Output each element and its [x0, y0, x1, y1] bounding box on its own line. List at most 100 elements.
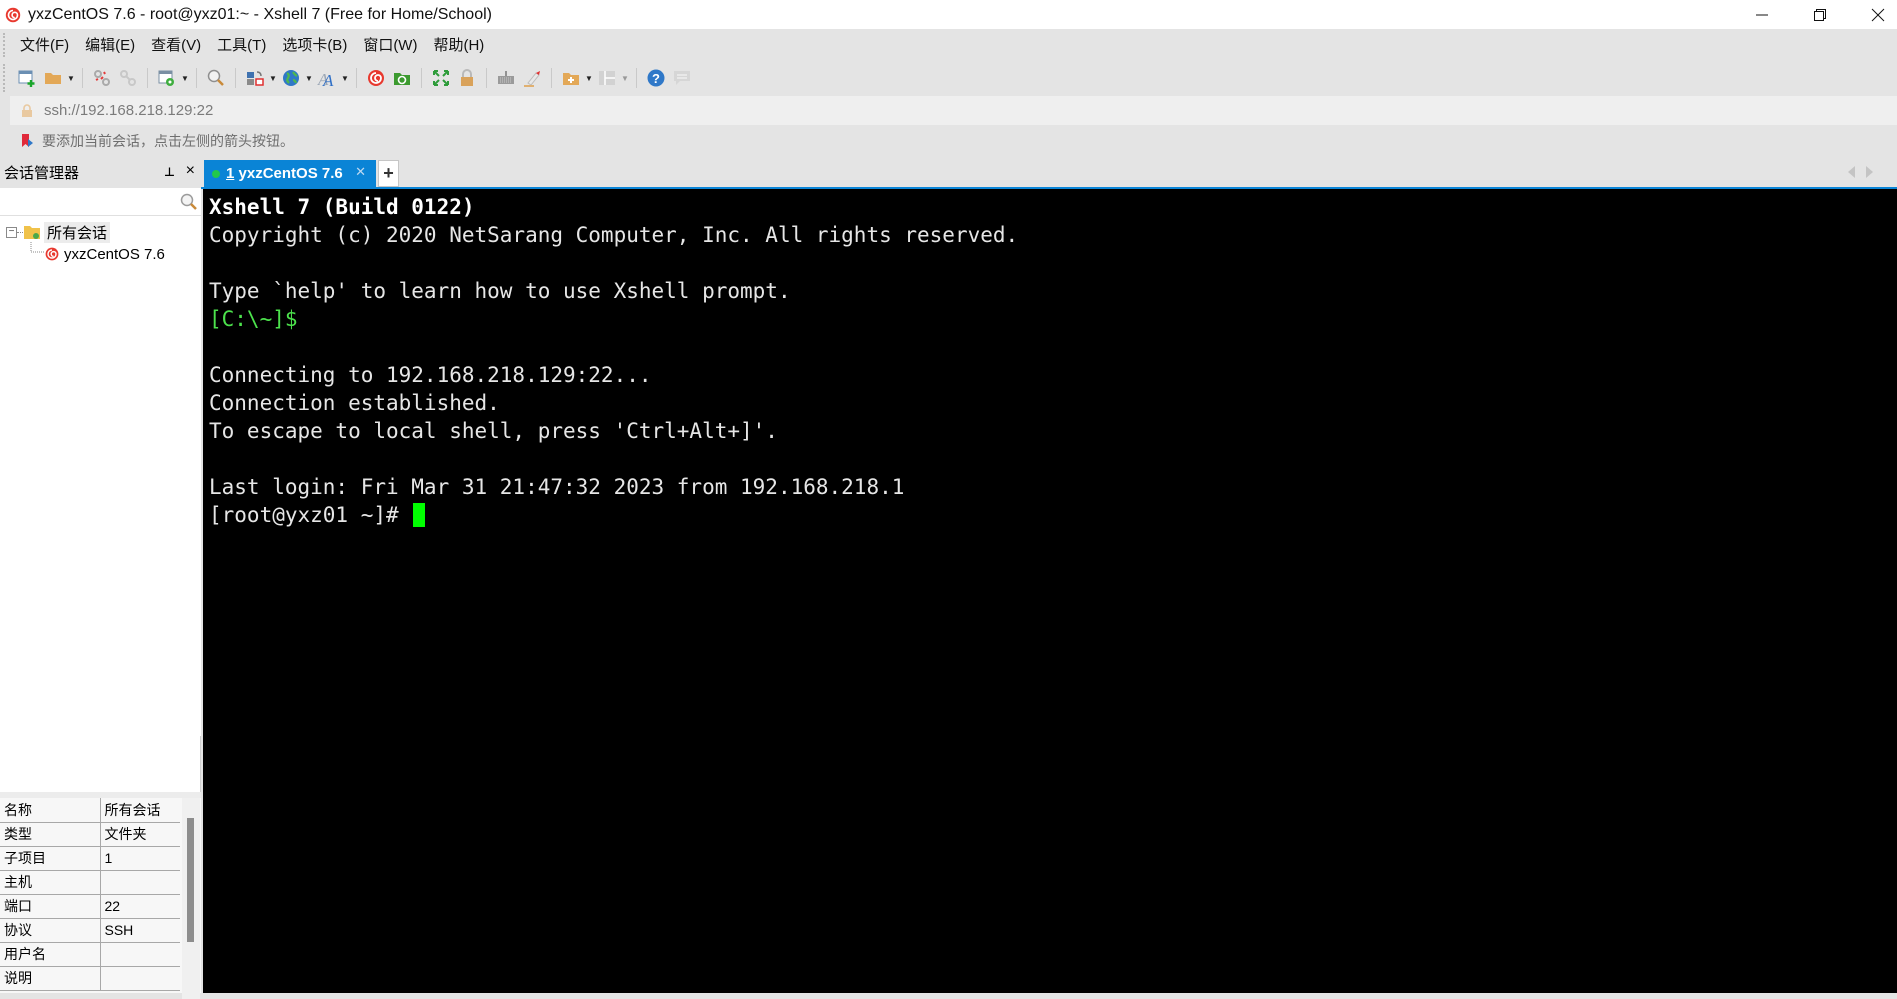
keyboard-button[interactable] — [493, 65, 519, 91]
globe-button[interactable] — [278, 65, 304, 91]
shell-prompt: [root@yxz01 ~]# — [209, 503, 412, 527]
chat-button[interactable] — [669, 65, 695, 91]
reconnect-button[interactable] — [115, 65, 141, 91]
search-icon[interactable] — [179, 192, 199, 212]
property-key: 主机 — [0, 870, 101, 895]
menu-view[interactable]: 查看(V) — [151, 34, 201, 55]
session-properties-button[interactable] — [154, 65, 180, 91]
property-key: 协议 — [0, 918, 101, 943]
fullscreen-button[interactable] — [428, 65, 454, 91]
menu-help[interactable]: 帮助(H) — [433, 34, 484, 55]
properties-scrollbar[interactable] — [182, 798, 200, 999]
font-dropdown[interactable]: ▼ — [340, 65, 350, 91]
menu-tools[interactable]: 工具(T) — [217, 34, 266, 55]
terminal-line: Copyright (c) 2020 NetSarang Computer, I… — [209, 223, 1019, 247]
terminal[interactable]: Xshell 7 (Build 0122) Copyright (c) 2020 … — [203, 189, 1897, 993]
open-button[interactable] — [40, 65, 66, 91]
info-hint: 要添加当前会话，点击左侧的箭头按钮。 — [42, 132, 294, 149]
open-dropdown[interactable]: ▼ — [66, 65, 76, 91]
property-value — [100, 942, 180, 967]
add-session-arrow-icon[interactable] — [20, 133, 36, 149]
menu-file[interactable]: 文件(F) — [20, 34, 69, 55]
tree-label: 所有会话 — [44, 221, 111, 243]
toolbar-separator — [486, 68, 487, 88]
tree-item-session[interactable]: yxzCentOS 7.6 — [44, 243, 165, 265]
transfer-dropdown[interactable]: ▼ — [268, 65, 278, 91]
property-row: 说明 — [0, 966, 180, 991]
property-row: 子项目 1 — [0, 846, 180, 871]
property-value — [100, 966, 180, 991]
toolbar-separator — [196, 68, 197, 88]
terminal-line: Last login: Fri Mar 31 21:47:32 2023 fro… — [209, 475, 905, 499]
menu-tabs[interactable]: 选项卡(B) — [282, 34, 347, 55]
highlight-button[interactable] — [519, 65, 545, 91]
close-button[interactable] — [1849, 0, 1897, 29]
pin-icon[interactable]: ⊥ — [164, 165, 175, 179]
font-button[interactable]: AA — [314, 65, 340, 91]
find-icon — [207, 69, 224, 86]
xftp-button[interactable] — [389, 65, 415, 91]
address-bar[interactable]: ssh://192.168.218.129:22 — [10, 96, 1897, 125]
panel-close-icon[interactable]: × — [186, 162, 195, 180]
lock-icon — [461, 69, 473, 86]
property-key: 名称 — [0, 798, 101, 823]
minimize-button[interactable] — [1733, 0, 1791, 29]
tab-close-icon[interactable]: ✕ — [355, 164, 366, 180]
tab-scroll-right-icon[interactable] — [1866, 166, 1873, 178]
new-folder-button[interactable] — [558, 65, 584, 91]
tab-number: 1 — [226, 165, 235, 182]
properties-dropdown[interactable]: ▼ — [180, 65, 190, 91]
toolbar-grip[interactable] — [3, 64, 5, 92]
property-row: 用户名 — [0, 942, 180, 967]
folder-icon — [24, 226, 40, 239]
menu-grip[interactable] — [3, 33, 5, 57]
menu-window[interactable]: 窗口(W) — [363, 34, 417, 55]
toolbar-separator — [636, 68, 637, 88]
layout-dropdown[interactable]: ▼ — [620, 65, 630, 91]
collapse-icon[interactable]: − — [6, 226, 17, 238]
address-value[interactable]: ssh://192.168.218.129:22 — [44, 102, 213, 119]
transfer-button[interactable] — [242, 65, 268, 91]
tree-item-all-sessions[interactable]: − 所有会话 — [6, 221, 111, 243]
layout-icon — [599, 71, 615, 85]
scrollbar-thumb[interactable] — [187, 818, 194, 942]
property-value — [100, 870, 180, 895]
tab-session-1[interactable]: 1 yxzCentOS 7.6 ✕ — [204, 160, 376, 187]
new-session-button[interactable] — [14, 65, 40, 91]
terminal-line: Xshell 7 (Build 0122) — [209, 195, 475, 219]
session-icon — [45, 247, 59, 261]
xftp-icon — [394, 73, 410, 85]
property-value: 22 — [100, 894, 180, 919]
connection-status-icon — [212, 169, 220, 178]
find-button[interactable] — [203, 65, 229, 91]
property-key: 端口 — [0, 894, 101, 919]
new-folder-icon — [563, 73, 579, 85]
menu-edit[interactable]: 编辑(E) — [85, 34, 135, 55]
tab-scroll-left-icon[interactable] — [1848, 166, 1855, 178]
new-folder-dropdown[interactable]: ▼ — [584, 65, 594, 91]
new-tab-button[interactable]: + — [378, 160, 399, 187]
restore-button[interactable] — [1791, 0, 1849, 29]
fullscreen-icon — [433, 70, 449, 86]
lock-icon — [22, 103, 32, 117]
tab-title: yxzCentOS 7.6 — [238, 165, 343, 182]
new-session-icon — [18, 70, 35, 87]
help-button[interactable]: ? — [643, 65, 669, 91]
globe-dropdown[interactable]: ▼ — [304, 65, 314, 91]
property-key: 说明 — [0, 966, 101, 991]
disconnect-icon — [94, 70, 110, 86]
tab-bar: 1 yxzCentOS 7.6 ✕ + — [201, 156, 1897, 187]
menu-bar: 文件(F) 编辑(E) 查看(V) 工具(T) 选项卡(B) 窗口(W) 帮助(… — [0, 29, 1897, 60]
properties-panel: 名称 所有会话 类型 文件夹 子项目 1 主机 端口 22 协议 SSH 用户名 说明 — [0, 792, 201, 999]
property-row: 协议 SSH — [0, 918, 180, 943]
terminal-line: To escape to local shell, press 'Ctrl+Al… — [209, 419, 778, 443]
xshell-button[interactable] — [363, 65, 389, 91]
layout-button[interactable] — [594, 65, 620, 91]
disconnect-button[interactable] — [89, 65, 115, 91]
session-manager-header: 会话管理器 ⊥ × — [0, 156, 201, 188]
property-row: 主机 — [0, 870, 180, 895]
lock-button[interactable] — [454, 65, 480, 91]
toolbar-separator — [551, 68, 552, 88]
session-search-input[interactable] — [0, 188, 170, 214]
